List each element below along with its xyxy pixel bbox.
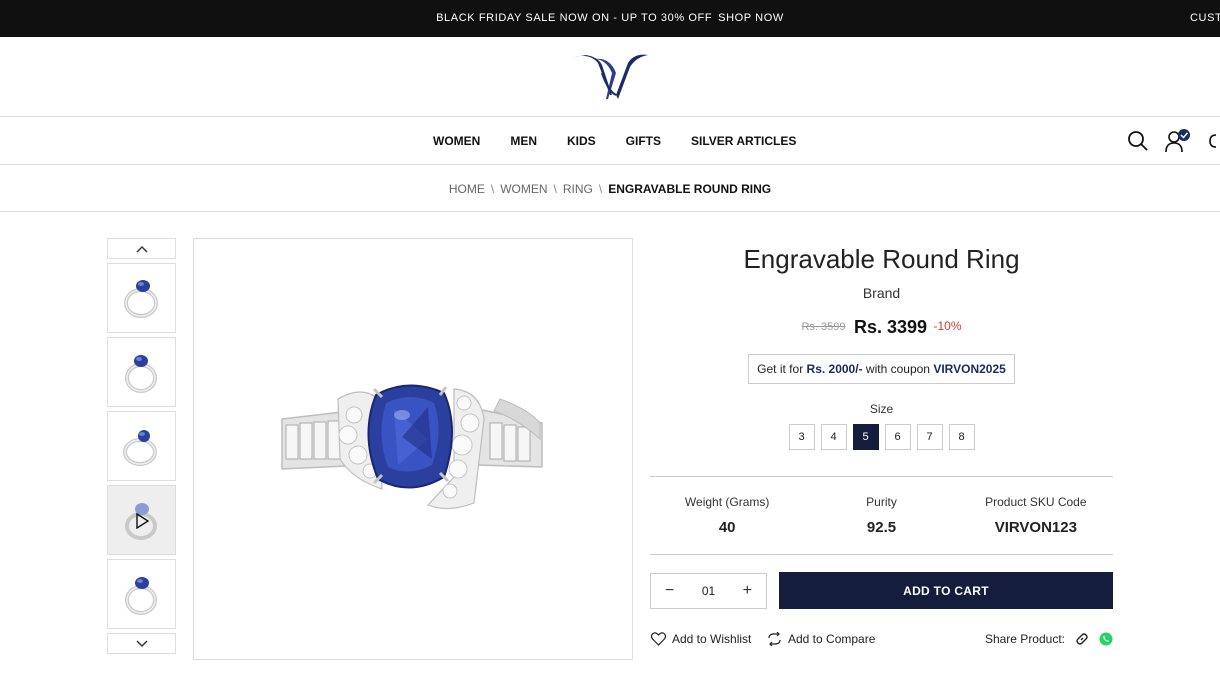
share-product: Share Product: bbox=[985, 632, 1113, 646]
add-to-cart-button[interactable]: ADD TO CART bbox=[779, 572, 1113, 609]
breadcrumb: HOME \ WOMEN \ RING \ ENGRAVABLE ROUND RING bbox=[0, 182, 1220, 196]
main-product-image[interactable] bbox=[193, 238, 633, 660]
coupon-mid: with coupon bbox=[865, 362, 930, 376]
quantity-increase-button[interactable]: + bbox=[743, 583, 752, 599]
account-icon[interactable] bbox=[1164, 129, 1194, 153]
spec-sku: Product SKU Code VIRVON123 bbox=[959, 477, 1113, 554]
size-option-3[interactable]: 3 bbox=[788, 424, 815, 450]
ring-thumbnail-image bbox=[122, 430, 157, 466]
coupon-code[interactable]: VIRVON2025 bbox=[933, 362, 1006, 376]
quantity-stepper: − 01 + bbox=[650, 573, 767, 609]
product-video-thumbnail[interactable] bbox=[107, 485, 176, 555]
coupon-wrapper: Get it for Rs. 2000/- with coupon VIRVON… bbox=[650, 354, 1113, 384]
size-option-4[interactable]: 4 bbox=[820, 424, 847, 450]
header-icons bbox=[1126, 129, 1216, 153]
cart-icon[interactable] bbox=[1208, 129, 1216, 153]
original-price: Rs. 3599 bbox=[801, 321, 846, 333]
logo-row bbox=[0, 37, 1220, 117]
size-option-7[interactable]: 7 bbox=[916, 424, 943, 450]
product-title: Engravable Round Ring bbox=[743, 244, 1020, 274]
ring-thumbnail-image bbox=[123, 280, 158, 318]
nav-item-men[interactable]: MEN bbox=[510, 134, 537, 148]
product-specs: Weight (Grams) 40 Purity 92.5 Product SK… bbox=[650, 476, 1113, 555]
spec-label: Product SKU Code bbox=[985, 495, 1087, 509]
announcement-bar: BLACK FRIDAY SALE NOW ON - UP TO 30% OFF… bbox=[0, 0, 1220, 37]
spec-label: Purity bbox=[866, 495, 897, 509]
size-option-5[interactable]: 5 bbox=[852, 424, 879, 450]
customer-care-link[interactable]: CUSTO bbox=[1190, 12, 1220, 24]
breadcrumb-row: HOME \ WOMEN \ RING \ ENGRAVABLE ROUND RING bbox=[0, 165, 1220, 212]
size-label: Size bbox=[869, 402, 894, 416]
search-icon[interactable] bbox=[1126, 129, 1150, 153]
nav-item-gifts[interactable]: GIFTS bbox=[626, 134, 661, 148]
discount-badge: -10% bbox=[933, 319, 962, 333]
promo-text: BLACK FRIDAY SALE NOW ON - UP TO 30% OFF… bbox=[0, 12, 1220, 24]
add-to-wishlist-button[interactable]: Add to Wishlist bbox=[651, 632, 751, 646]
whatsapp-icon[interactable] bbox=[1099, 632, 1113, 646]
product-actions: Add to Wishlist Add to Compare Share Pro… bbox=[650, 632, 1113, 652]
coupon-offer: Get it for Rs. 2000/- with coupon VIRVON… bbox=[748, 354, 1015, 384]
size-selector: 3 4 5 6 7 8 bbox=[650, 424, 1113, 450]
coupon-price: Rs. 2000/- bbox=[806, 362, 863, 376]
quantity-decrease-button[interactable]: − bbox=[665, 583, 674, 599]
chevron-down-icon bbox=[136, 640, 147, 647]
product-thumbnail[interactable] bbox=[107, 337, 176, 407]
thumbnail-gallery bbox=[107, 238, 176, 654]
shop-now-link[interactable]: SHOP NOW bbox=[718, 12, 784, 24]
nav-item-silver-articles[interactable]: SILVER ARTICLES bbox=[691, 134, 796, 148]
product-info-panel: Engravable Round Ring Brand Rs. 3599 Rs.… bbox=[650, 238, 1113, 646]
size-option-8[interactable]: 8 bbox=[948, 424, 975, 450]
nav-item-women[interactable]: WOMEN bbox=[433, 134, 480, 148]
ring-thumbnail-image bbox=[124, 355, 157, 393]
breadcrumb-separator: \ bbox=[598, 182, 603, 196]
spec-value: VIRVON123 bbox=[994, 519, 1077, 536]
sapphire-ring-image bbox=[281, 384, 543, 510]
compare-icon bbox=[768, 632, 781, 646]
thumbnail-scroll-up[interactable] bbox=[107, 238, 176, 259]
brand-logo[interactable] bbox=[572, 51, 650, 103]
breadcrumb-current: ENGRAVABLE ROUND RING bbox=[608, 182, 772, 196]
coupon-prefix: Get it for bbox=[757, 362, 804, 376]
heart-icon bbox=[651, 632, 666, 646]
spec-label: Weight (Grams) bbox=[684, 495, 770, 509]
product-thumbnail[interactable] bbox=[107, 411, 176, 481]
ring-thumbnail-image bbox=[124, 577, 157, 615]
breadcrumb-separator: \ bbox=[553, 182, 557, 196]
price-block: Rs. 3599 Rs. 3399 -10% bbox=[650, 317, 1113, 338]
play-icon bbox=[136, 513, 150, 529]
quantity-value[interactable]: 01 bbox=[702, 584, 715, 598]
breadcrumb-ring[interactable]: RING bbox=[563, 182, 593, 196]
product-brand[interactable]: Brand bbox=[650, 285, 1113, 301]
sale-price: Rs. 3399 bbox=[853, 317, 928, 337]
spec-value: 92.5 bbox=[866, 519, 897, 536]
breadcrumb-home[interactable]: HOME bbox=[449, 182, 485, 196]
product-thumbnail[interactable] bbox=[107, 263, 176, 333]
breadcrumb-women[interactable]: WOMEN bbox=[500, 182, 547, 196]
size-option-6[interactable]: 6 bbox=[884, 424, 911, 450]
share-label: Share Product: bbox=[984, 632, 1065, 646]
promo-message: BLACK FRIDAY SALE NOW ON - UP TO 30% OFF bbox=[436, 12, 713, 24]
link-icon[interactable] bbox=[1075, 632, 1089, 646]
thumbnail-scroll-down[interactable] bbox=[107, 633, 176, 654]
main-navigation: WOMEN MEN KIDS GIFTS SILVER ARTICLES bbox=[0, 117, 1220, 165]
wishlist-label: Add to Wishlist bbox=[672, 632, 752, 646]
nav-item-kids[interactable]: KIDS bbox=[567, 134, 596, 148]
nav-menu: WOMEN MEN KIDS GIFTS SILVER ARTICLES bbox=[433, 134, 796, 148]
product-thumbnail[interactable] bbox=[107, 559, 176, 629]
compare-label: Add to Compare bbox=[788, 632, 876, 646]
chevron-up-icon bbox=[136, 245, 147, 252]
spec-weight: Weight (Grams) 40 bbox=[650, 477, 804, 554]
add-to-compare-button[interactable]: Add to Compare bbox=[767, 632, 875, 646]
spec-purity: Purity 92.5 bbox=[804, 477, 958, 554]
breadcrumb-separator: \ bbox=[490, 182, 495, 196]
spec-value: 40 bbox=[718, 519, 736, 536]
